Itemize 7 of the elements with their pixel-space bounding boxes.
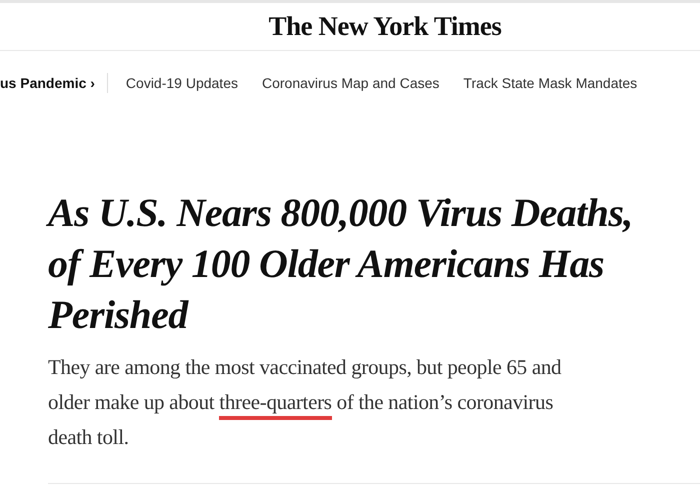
article-summary: They are among the most vaccinated groups, but people 65 and older make up about three-quarters of the nation’s coronavirus death toll. xyxy=(48,354,562,451)
section-link[interactable]: us Pandemic › xyxy=(0,75,107,91)
newspaper-logo[interactable]: The New York Times xyxy=(198,11,502,42)
nav-link[interactable]: Track State Mask Mandates xyxy=(463,75,638,91)
article-headline: As U.S. Nears 800,000 Virus Deaths, of Every 100 Older Americans Has Perished xyxy=(48,189,634,339)
nav-link[interactable]: Coronavirus Map and Cases xyxy=(262,75,440,91)
nav-link[interactable]: Covid-19 Updates xyxy=(126,75,238,91)
